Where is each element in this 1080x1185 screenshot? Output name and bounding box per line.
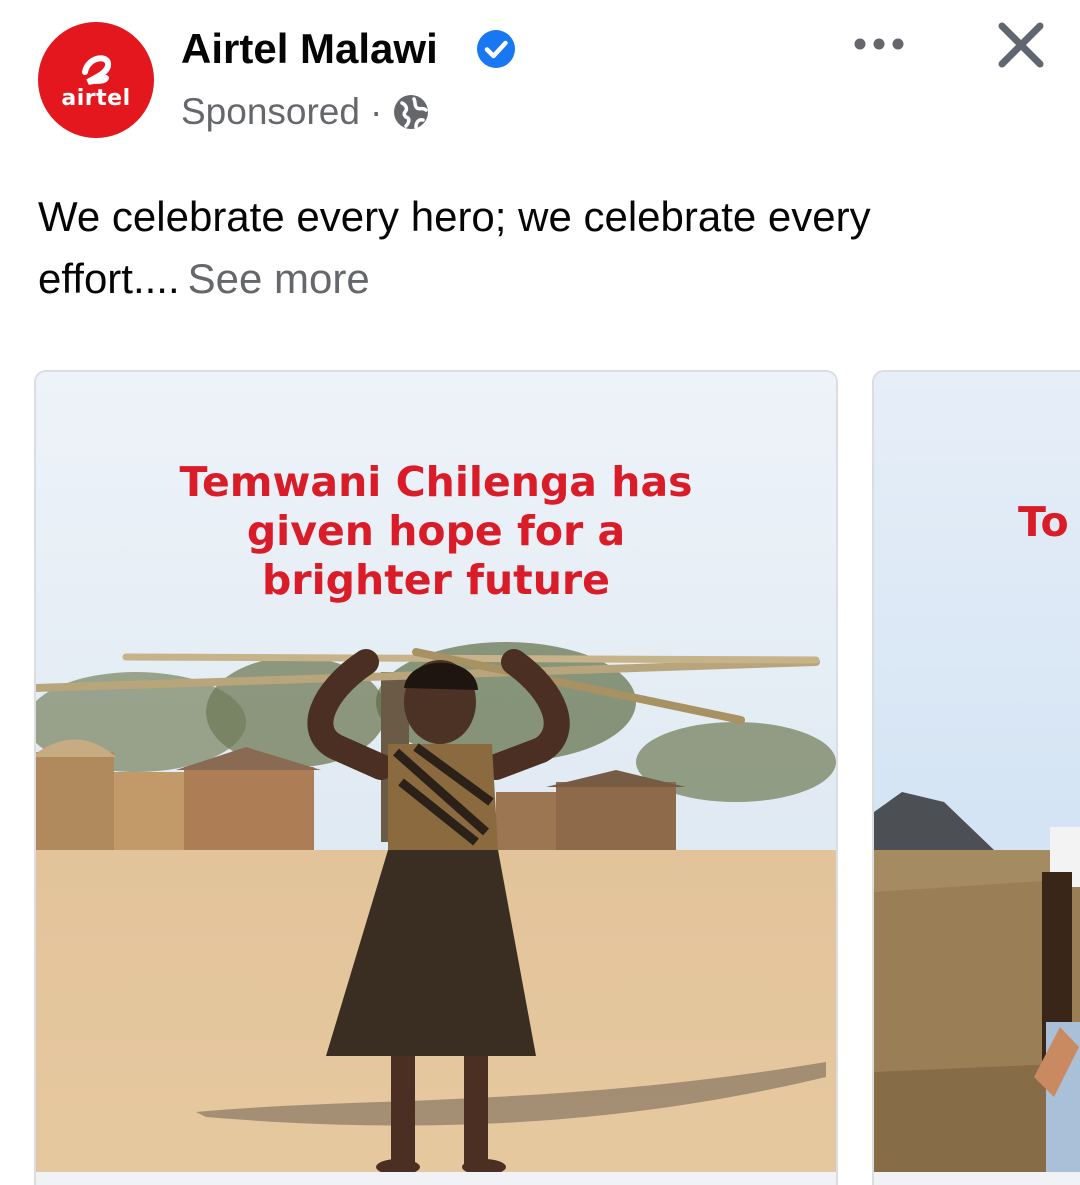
sponsored-label[interactable]: Sponsored	[181, 91, 360, 133]
carousel-card[interactable]: Temwani Chilenga has given hope for a br…	[34, 370, 838, 1185]
sponsored-line: Sponsored ·	[181, 90, 430, 134]
headline-line: Temwani Chilenga has	[179, 458, 693, 506]
separator-dot: ·	[369, 91, 383, 132]
carousel-card[interactable]: To	[872, 370, 1080, 1185]
airtel-logo-icon	[82, 55, 111, 85]
headline-line: brighter future	[262, 556, 610, 604]
card-headline: To	[1018, 498, 1069, 546]
headline-line: given hope for a	[246, 507, 626, 555]
card-footer	[874, 1172, 1080, 1185]
more-options-icon[interactable]	[850, 22, 910, 66]
card-photo	[874, 372, 1080, 1185]
page-name[interactable]: Airtel Malawi	[181, 24, 438, 74]
logo-text: airtel	[61, 86, 131, 111]
post-text: We celebrate every hero; we celebrate ev…	[38, 186, 1038, 310]
page-avatar[interactable]: airtel	[38, 22, 154, 138]
verified-badge-icon	[477, 30, 515, 68]
card-footer	[36, 1172, 836, 1185]
close-icon[interactable]	[990, 16, 1052, 76]
see-more-link[interactable]: See more	[188, 255, 370, 302]
card-headline: Temwani Chilenga has given hope for a br…	[36, 458, 836, 605]
globe-icon	[394, 95, 429, 129]
sponsored-post: airtel Airtel Malawi Sponsored · We cele…	[0, 0, 1080, 1185]
post-body-text: We celebrate every hero; we celebrate ev…	[38, 193, 871, 302]
